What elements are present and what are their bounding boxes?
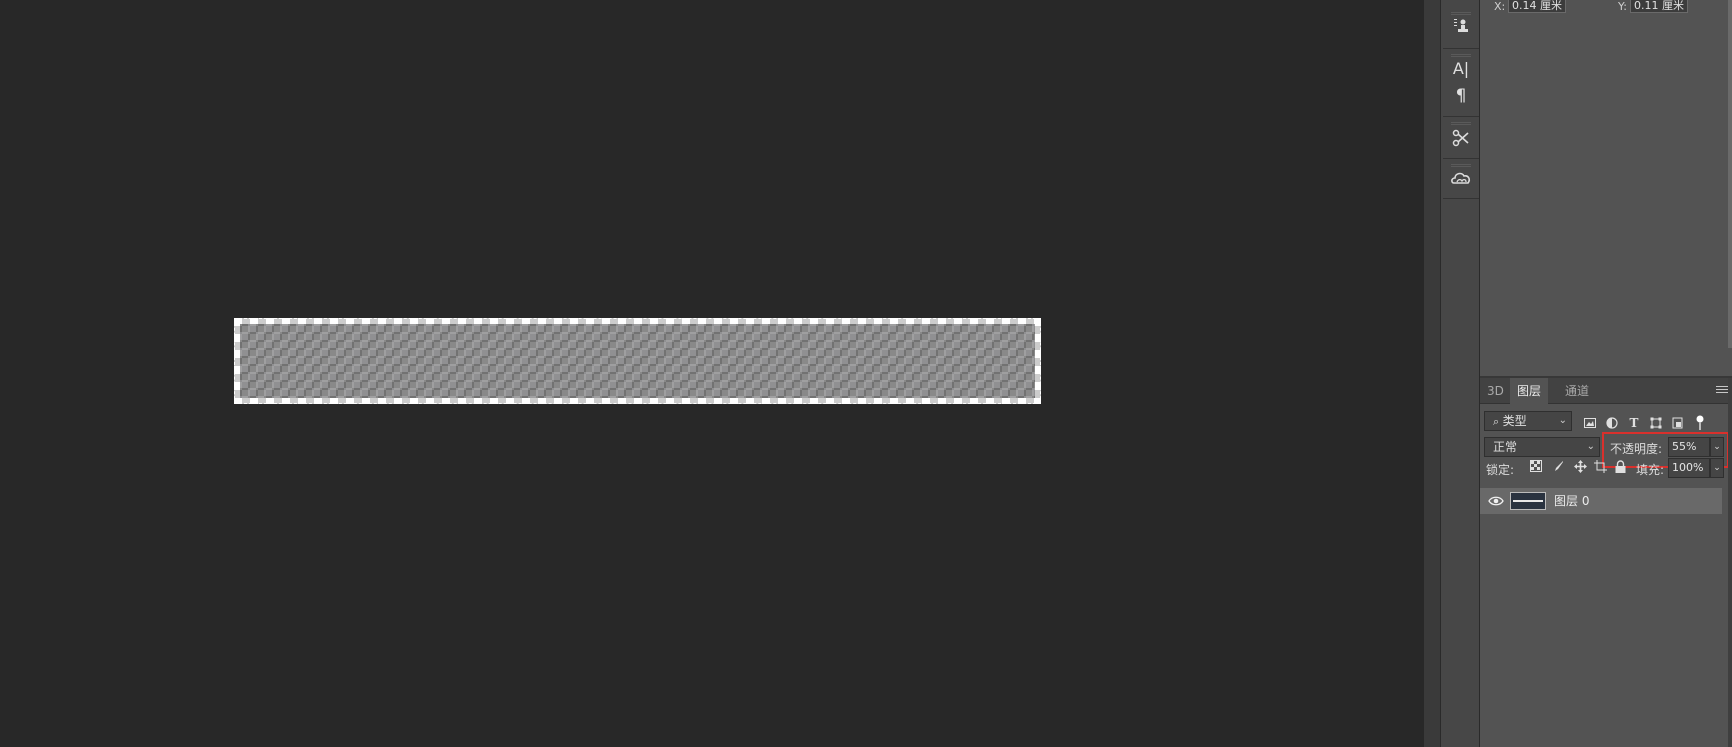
panel-tab-bar: 3D 图层 通道 [1480, 378, 1732, 404]
y-coordinate-label: Y: [1618, 0, 1627, 13]
layer-row[interactable]: 图层 0 [1480, 488, 1722, 514]
tools-preset-icon[interactable] [1449, 126, 1473, 150]
panel-menu-icon[interactable] [1716, 384, 1728, 396]
search-icon: ⌕ [1493, 415, 1503, 428]
dock-separator [1443, 116, 1479, 117]
visibility-eye-icon[interactable] [1488, 494, 1504, 508]
type-layer-filter-icon[interactable]: T [1626, 415, 1642, 431]
filter-kind-label: 类型 [1502, 414, 1527, 428]
lock-label: 锁定: [1486, 463, 1515, 477]
chevron-down-icon: ⌄ [1558, 415, 1567, 426]
layers-panel: 3D 图层 通道 ⌕ 类型 ⌄ T 正常 ⌄ 不透明度: 55% ⌄ 锁定: 填… [1480, 378, 1732, 747]
smart-object-filter-icon[interactable] [1670, 415, 1686, 431]
layer-image[interactable] [234, 318, 1041, 404]
shape-layer-filter-icon[interactable] [1648, 415, 1664, 431]
info-panel: X: 0.14 厘米 Y: 0.11 厘米 [1480, 0, 1732, 376]
x-coordinate-label: X: [1494, 0, 1506, 13]
panel-icon-dock: A| ¶ [1440, 0, 1480, 747]
filter-kind-dropdown[interactable]: ⌕ 类型 ⌄ [1484, 411, 1572, 431]
lock-image-pixels-icon[interactable] [1550, 458, 1566, 474]
fill-input[interactable]: 100% [1668, 458, 1710, 478]
dock-separator [1443, 48, 1479, 49]
lock-transparent-pixels-icon[interactable] [1528, 458, 1544, 474]
info-scrollbar[interactable] [1728, 0, 1732, 348]
pixel-layer-filter-icon[interactable] [1582, 415, 1598, 431]
chevron-down-icon: ⌄ [1586, 441, 1595, 452]
layer-thumbnail[interactable] [1510, 492, 1546, 510]
document-canvas[interactable] [0, 0, 1424, 747]
y-coordinate-value: 0.11 厘米 [1630, 0, 1688, 13]
fill-slider-toggle[interactable]: ⌄ [1710, 458, 1724, 478]
right-panels: X: 0.14 厘米 Y: 0.11 厘米 3D 图层 通道 ⌕ 类型 ⌄ T [1480, 0, 1732, 747]
creative-cloud-libraries-icon[interactable] [1449, 167, 1473, 191]
transparency-checkerboard [240, 324, 1035, 398]
dock-grip[interactable] [1451, 122, 1471, 125]
tab-layers[interactable]: 图层 [1510, 378, 1549, 404]
lock-all-icon[interactable] [1612, 458, 1628, 474]
tab-3d[interactable]: 3D [1480, 378, 1511, 404]
character-icon[interactable]: A| [1449, 56, 1473, 80]
adjustment-layer-filter-icon[interactable] [1604, 415, 1620, 431]
x-coordinate-value: 0.14 厘米 [1508, 0, 1566, 13]
filter-toggle-icon[interactable] [1692, 415, 1708, 431]
layer-name[interactable]: 图层 0 [1554, 488, 1589, 514]
paragraph-icon[interactable]: ¶ [1449, 84, 1473, 108]
blend-mode-dropdown[interactable]: 正常 ⌄ [1484, 437, 1600, 457]
lock-artboard-icon[interactable] [1592, 458, 1608, 474]
dock-separator [1443, 158, 1479, 159]
layers-scrollbar[interactable] [1728, 378, 1732, 747]
clone-source-icon[interactable] [1449, 14, 1473, 38]
fill-label: 填充: [1636, 463, 1665, 477]
blend-mode-value: 正常 [1493, 440, 1518, 454]
tab-channels[interactable]: 通道 [1558, 378, 1596, 404]
dock-separator [1443, 198, 1479, 199]
lock-position-icon[interactable] [1572, 458, 1588, 474]
panel-gutter [1424, 0, 1440, 747]
